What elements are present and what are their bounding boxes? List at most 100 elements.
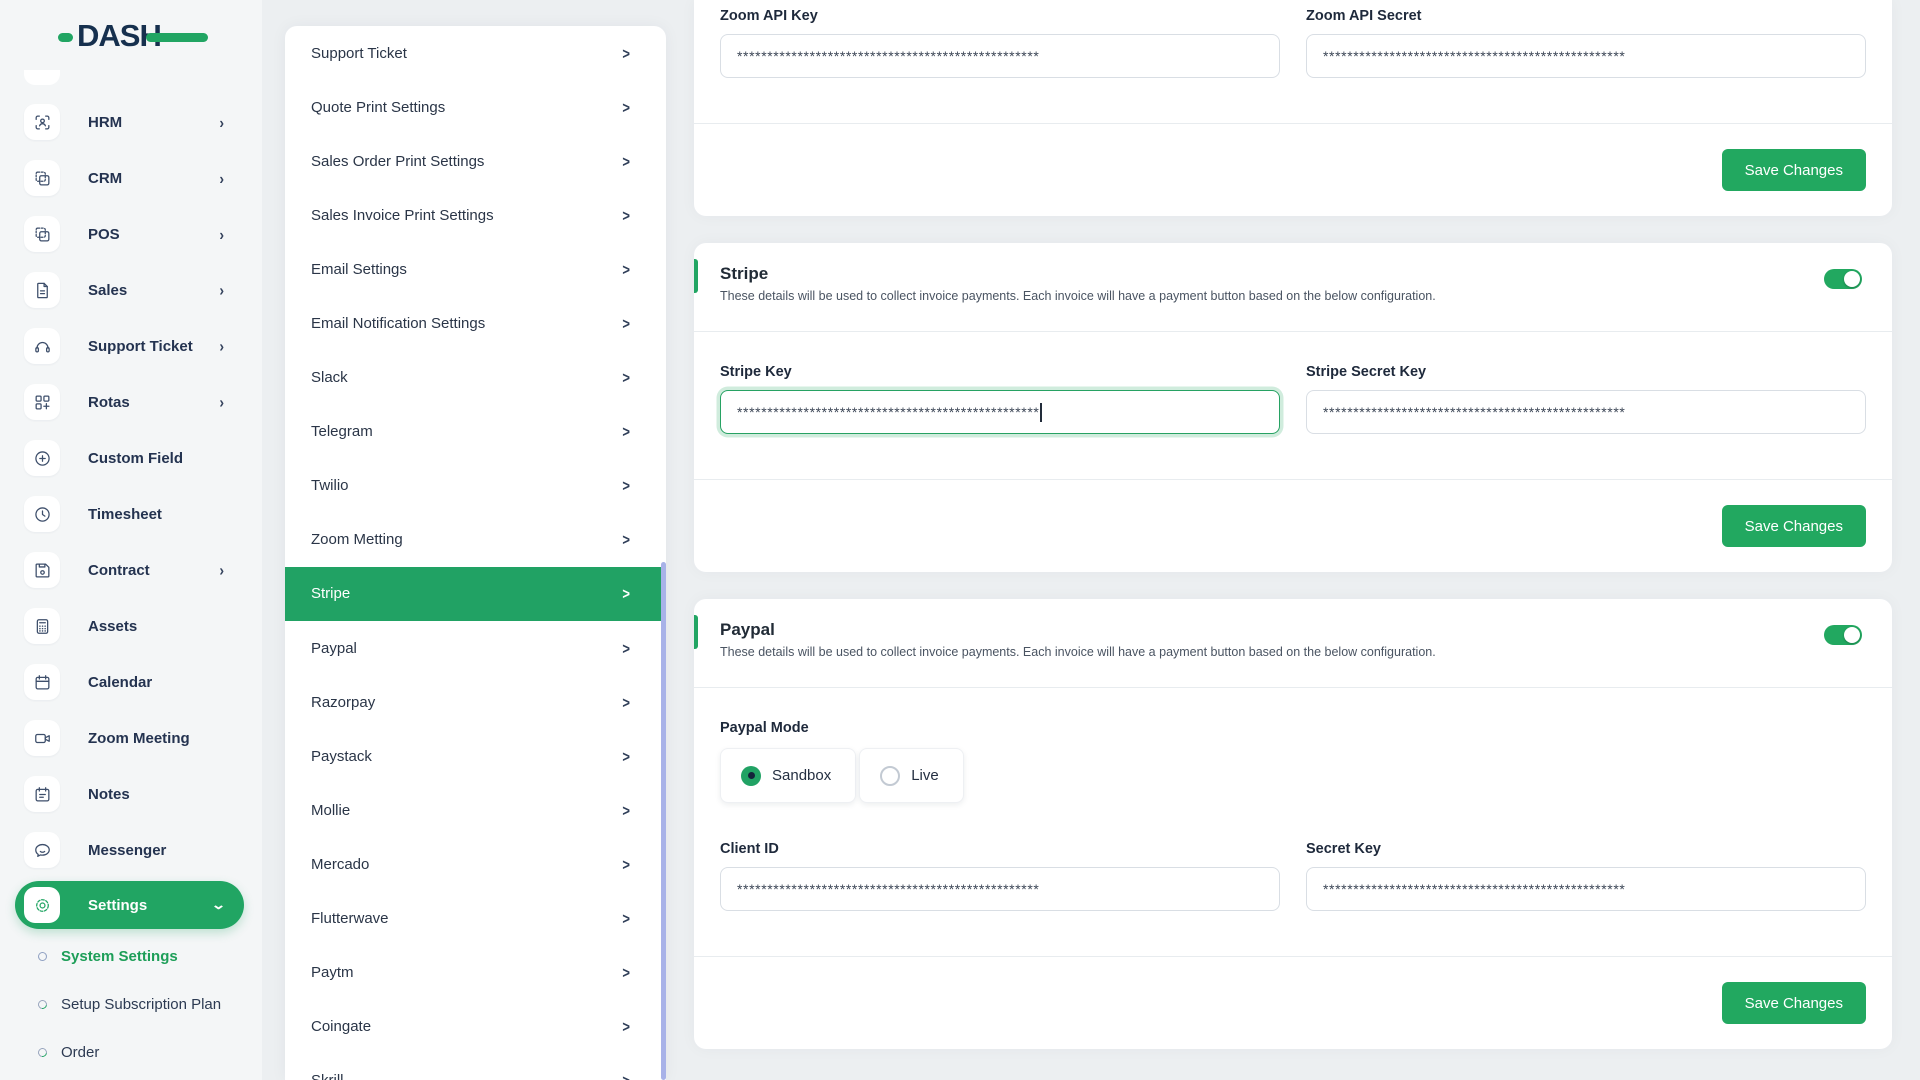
settings-nav-item-label: Sales Order Print Settings xyxy=(311,152,485,170)
paypal-client-id-input[interactable]: ****************************************… xyxy=(720,867,1280,911)
paypal-settings-card: Paypal These details will be used to col… xyxy=(694,599,1892,1049)
sidebar-item-notes[interactable]: Notes xyxy=(0,766,262,822)
settings-nav-item-label: Twilio xyxy=(311,477,349,495)
sidebar-item-label: Calendar xyxy=(88,673,153,691)
settings-nav-item-label: Coingate xyxy=(311,1018,372,1036)
zoom-api-key-input[interactable]: ****************************************… xyxy=(720,34,1280,78)
radio-unchecked-icon[interactable] xyxy=(880,765,901,786)
zoom-api-secret-input[interactable]: ****************************************… xyxy=(1306,34,1866,78)
paypal-mode-sandbox[interactable]: Sandbox xyxy=(720,748,857,803)
sidebar-item-calendar[interactable]: Calendar xyxy=(0,654,262,710)
chevron-right-icon: > xyxy=(622,693,630,712)
settings-nav-item-paytm[interactable]: Paytm > xyxy=(285,946,666,1000)
field-label: Client ID xyxy=(720,841,779,857)
crm-icon xyxy=(24,160,60,196)
settings-nav-item-support-ticket[interactable]: Support Ticket > xyxy=(285,26,666,80)
settings-nav-item-flutterwave[interactable]: Flutterwave > xyxy=(285,892,666,946)
main-content: Zoom API Key ***************************… xyxy=(694,0,1892,1076)
masked-value: ****************************************… xyxy=(737,48,1040,64)
settings-nav-item-email-settings[interactable]: Email Settings > xyxy=(285,242,666,296)
video-icon xyxy=(24,720,60,756)
sidebar-item-custom-field[interactable]: Custom Field xyxy=(0,430,262,486)
settings-nav-item-mollie[interactable]: Mollie > xyxy=(285,783,666,837)
sidebar-nav: HRM › CRM › POS › Sales › Support Ticket… xyxy=(0,94,262,878)
settings-nav-item-paypal[interactable]: Paypal > xyxy=(285,621,666,675)
sidebar-item-support-ticket[interactable]: Support Ticket › xyxy=(0,318,262,374)
settings-nav-item-twilio[interactable]: Twilio > xyxy=(285,459,666,513)
chevron-right-icon: › xyxy=(219,560,224,580)
settings-nav-item-sales-invoice-print-settings[interactable]: Sales Invoice Print Settings > xyxy=(285,188,666,242)
settings-nav-item-coingate[interactable]: Coingate > xyxy=(285,1000,666,1054)
chevron-right-icon: › xyxy=(219,280,224,300)
stripe-key-input[interactable]: ****************************************… xyxy=(720,390,1280,434)
paypal-secret-key-input[interactable]: ****************************************… xyxy=(1306,867,1866,911)
sidebar-item-messenger[interactable]: Messenger xyxy=(0,822,262,878)
chevron-right-icon: > xyxy=(622,747,630,766)
settings-nav-item-mercado[interactable]: Mercado > xyxy=(285,837,666,891)
field-label: Stripe Key xyxy=(720,364,792,380)
sidebar-item-crm[interactable]: CRM › xyxy=(0,150,262,206)
settings-nav-panel: Support Ticket > Quote Print Settings > … xyxy=(285,26,666,1080)
settings-nav-item-skrill[interactable]: Skrill > xyxy=(285,1054,666,1080)
calendar-icon xyxy=(24,664,60,700)
sidebar-item-settings[interactable]: Settings ⌄ xyxy=(15,881,244,929)
submenu-bullet-icon xyxy=(36,997,49,1011)
card-description: These details will be used to collect in… xyxy=(720,645,1436,659)
chevron-right-icon: > xyxy=(622,855,630,874)
radio-checked-icon[interactable] xyxy=(741,765,761,786)
app-logo[interactable]: DASH xyxy=(58,16,208,56)
sidebar-item-label: POS xyxy=(88,225,120,243)
chevron-right-icon: > xyxy=(622,1017,630,1036)
masked-value: ****************************************… xyxy=(737,881,1040,897)
sidebar-item-pos[interactable]: POS › xyxy=(0,206,262,262)
chevron-right-icon: › xyxy=(219,392,224,412)
paypal-mode-live[interactable]: Live xyxy=(859,748,964,803)
save-changes-button[interactable]: Save Changes xyxy=(1721,982,1866,1024)
stripe-secret-key-input[interactable]: ****************************************… xyxy=(1306,390,1866,434)
chevron-right-icon: › xyxy=(219,112,224,132)
sidebar-item-rotas[interactable]: Rotas › xyxy=(0,374,262,430)
chevron-right-icon: > xyxy=(622,1072,630,1080)
scrollbar-thumb[interactable] xyxy=(661,562,666,1080)
card-description: These details will be used to collect in… xyxy=(720,289,1436,303)
logo-dot-icon xyxy=(58,32,73,42)
submenu-item-system-settings[interactable]: System Settings xyxy=(0,932,262,980)
settings-nav-item-label: Paypal xyxy=(311,639,357,657)
submenu-item-order[interactable]: Order xyxy=(0,1028,262,1076)
settings-nav-item-quote-print-settings[interactable]: Quote Print Settings > xyxy=(285,80,666,134)
sidebar-item-contract[interactable]: Contract › xyxy=(0,542,262,598)
settings-nav-item-zoom-metting[interactable]: Zoom Metting > xyxy=(285,513,666,567)
toggle-knob xyxy=(1844,271,1860,287)
save-changes-button[interactable]: Save Changes xyxy=(1721,505,1866,547)
save-changes-button[interactable]: Save Changes xyxy=(1721,149,1866,191)
clipped-menu-icon xyxy=(24,70,60,85)
submenu-item-setup-subscription-plan[interactable]: Setup Subscription Plan xyxy=(0,980,262,1028)
contract-icon xyxy=(24,552,60,588)
sidebar-item-label: Messenger xyxy=(88,841,167,859)
settings-nav-item-email-notification-settings[interactable]: Email Notification Settings > xyxy=(285,296,666,350)
sidebar-item-assets[interactable]: Assets xyxy=(0,598,262,654)
settings-nav-item-paystack[interactable]: Paystack > xyxy=(285,729,666,783)
sidebar-item-hrm[interactable]: HRM › xyxy=(0,94,262,150)
settings-nav-item-telegram[interactable]: Telegram > xyxy=(285,405,666,459)
settings-nav-item-label: Flutterwave xyxy=(311,910,389,928)
chevron-right-icon: > xyxy=(622,422,630,441)
settings-nav-item-slack[interactable]: Slack > xyxy=(285,351,666,405)
sidebar-item-zoom-meeting[interactable]: Zoom Meeting xyxy=(0,710,262,766)
field-label: Secret Key xyxy=(1306,841,1381,857)
sidebar-item-label: Rotas xyxy=(88,393,130,411)
radio-label: Sandbox xyxy=(772,767,832,784)
sidebar-item-timesheet[interactable]: Timesheet xyxy=(0,486,262,542)
chevron-right-icon: > xyxy=(622,98,630,117)
stripe-enabled-toggle[interactable] xyxy=(1824,269,1862,289)
settings-nav-item-sales-order-print-settings[interactable]: Sales Order Print Settings > xyxy=(285,134,666,188)
settings-nav-item-razorpay[interactable]: Razorpay > xyxy=(285,675,666,729)
sidebar-item-sales[interactable]: Sales › xyxy=(0,262,262,318)
settings-nav-item-stripe[interactable]: Stripe > xyxy=(285,566,666,622)
submenu-item-label: Setup Subscription Plan xyxy=(61,995,222,1013)
paypal-enabled-toggle[interactable] xyxy=(1824,625,1862,645)
pos-icon xyxy=(24,216,60,252)
settings-nav-item-label: Telegram xyxy=(311,423,373,441)
sidebar-item-label: Settings xyxy=(88,896,148,914)
text-cursor xyxy=(1040,402,1042,422)
